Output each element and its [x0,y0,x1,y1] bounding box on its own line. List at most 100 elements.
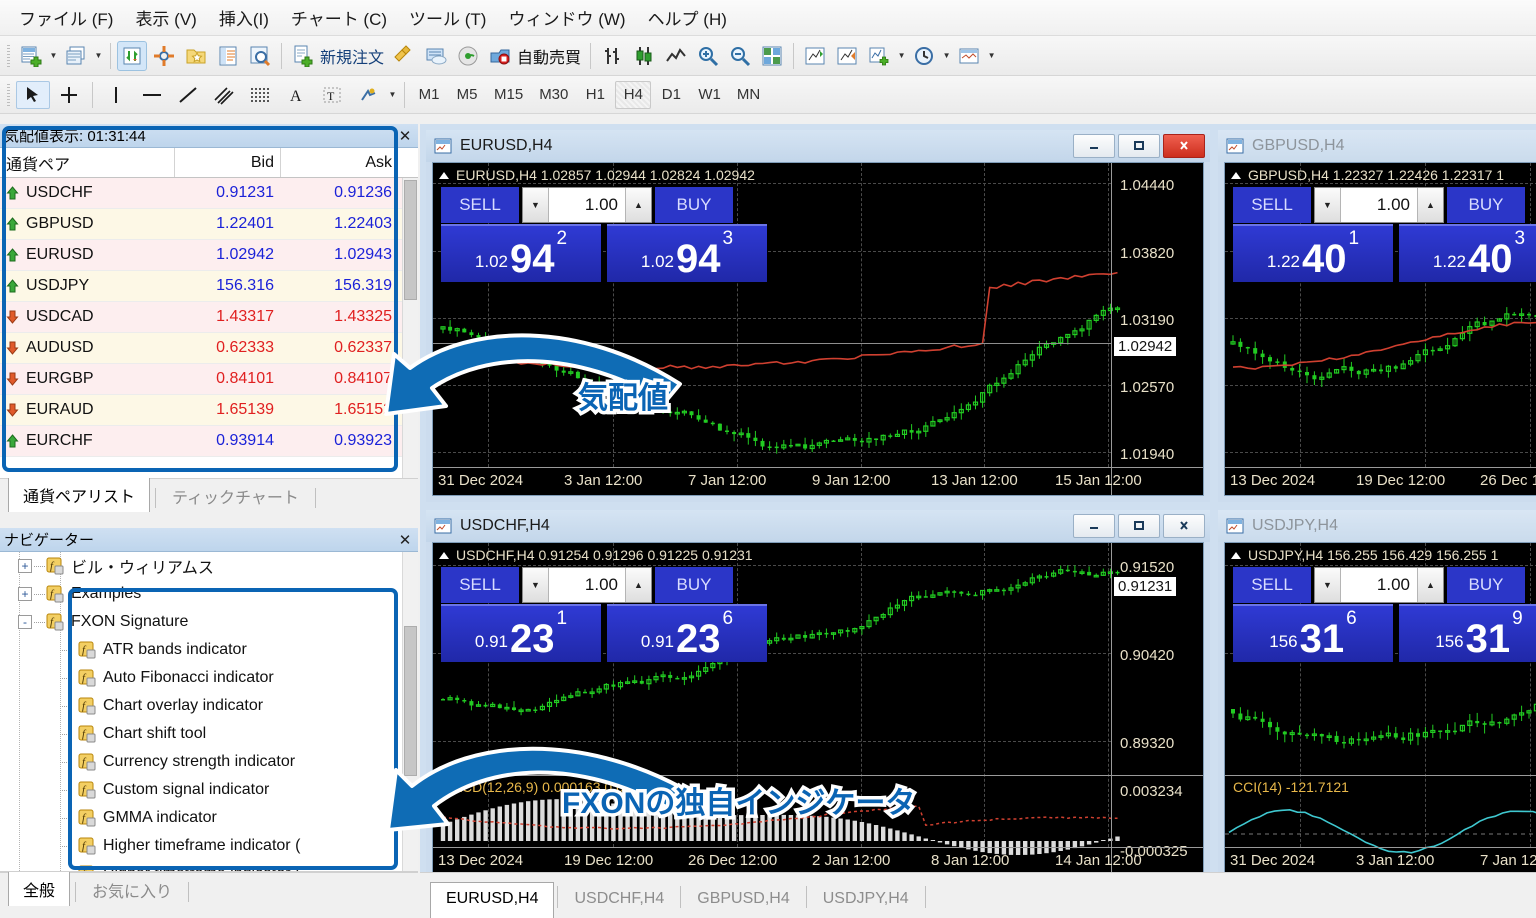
volume-input-usdjpy[interactable]: ▼ 1.00 ▲ [1314,567,1444,603]
market-watch-row[interactable]: AUDUSD 0.62333 0.62337 [0,333,418,364]
buy-price-eurusd[interactable]: 1.02 94 3 [607,224,767,282]
new-chart-icon[interactable] [16,41,46,71]
collapse-icon[interactable] [1231,171,1241,179]
market-watch-scroll-thumb[interactable] [404,180,417,300]
new-order-label[interactable]: 新規注文 [319,44,388,68]
one-click-trade-panel-usdjpy[interactable]: SELL ▼ 1.00 ▲ BUY 156 31 6 156 31 9 [1233,567,1536,662]
trendline-icon[interactable] [171,81,205,109]
chart-titlebar-gbpusd[interactable]: GBPUSD,H4 [1218,130,1536,162]
volume-down-icon[interactable]: ▼ [523,568,549,602]
text-label-icon[interactable]: T [315,81,349,109]
menu-file[interactable]: ファイル (F) [8,1,124,34]
navigator-tab-1[interactable]: 全般 [8,871,71,906]
market-watch-close-icon[interactable]: ✕ [396,127,414,145]
buy-price-usdchf[interactable]: 0.91 23 6 [607,604,767,662]
menu-help[interactable]: ヘルプ (H) [637,1,738,34]
timeframe-w1[interactable]: W1 [691,81,728,109]
time-axis-gbpusd[interactable]: 13 Dec 2024 19 Dec 12:00 26 Dec 1 [1225,467,1536,495]
zoom-out-icon[interactable] [725,41,755,71]
crosshair-tool-icon[interactable] [52,81,86,109]
navigator-item[interactable]: f ATR bands indicator [0,636,418,664]
sell-price-usdjpy[interactable]: 156 31 6 [1233,604,1393,662]
one-click-trade-panel-gbpusd[interactable]: SELL ▼ 1.00 ▲ BUY 1.22 40 1 1.22 40 3 [1233,187,1536,282]
chart-canvas-eurusd[interactable]: EURUSD,H4 1.02857 1.02944 1.02824 1.0294… [432,162,1204,496]
market-watch-row[interactable]: USDCAD 1.43317 1.43325 [0,302,418,333]
navigator-item[interactable]: f Currency strength indicator [0,748,418,776]
navigator-close-icon[interactable]: ✕ [396,531,414,549]
navigator-item[interactable]: f GMMA indicator [0,804,418,832]
channel-icon[interactable] [207,81,241,109]
tile-windows-icon[interactable] [757,41,787,71]
buy-button-eurusd[interactable]: BUY [655,187,733,223]
tree-expander-icon[interactable]: + [18,559,32,573]
sell-button-usdchf[interactable]: SELL [441,567,519,603]
volume-value-gbpusd[interactable]: 1.00 [1341,188,1417,222]
navigator-scroll-thumb[interactable] [404,626,417,776]
sell-price-usdchf[interactable]: 0.91 23 1 [441,604,601,662]
timeframe-h4[interactable]: H4 [615,80,652,109]
navigator-item[interactable]: f Chart shift tool [0,720,418,748]
navigator-item[interactable]: f Custom signal indicator [0,776,418,804]
navigator-tab-2[interactable]: お気に入り [81,874,183,906]
horizontal-line-icon[interactable] [135,81,169,109]
chart-titlebar-eurusd[interactable]: EURUSD,H4 [426,130,1210,162]
sell-button-eurusd[interactable]: SELL [441,187,519,223]
maximize-button-eurusd[interactable] [1118,134,1160,158]
timeframe-m1[interactable]: M1 [411,81,447,109]
minimize-button-usdchf[interactable] [1073,514,1115,538]
tree-expander-icon[interactable]: - [18,615,32,629]
profiles-dropdown-icon[interactable]: ▼ [92,41,105,71]
period-dropdown-icon[interactable]: ▼ [940,41,953,71]
timeframe-m30[interactable]: M30 [532,81,575,109]
buy-button-gbpusd[interactable]: BUY [1447,187,1525,223]
market-watch-row[interactable]: EURCHF 0.93914 0.93923 [0,426,418,457]
auto-scroll-icon[interactable] [832,41,862,71]
fibonacci-icon[interactable] [243,81,277,109]
autotrading-label[interactable]: 自動売買 [516,44,585,68]
column-header-symbol[interactable]: 通貨ペア [0,148,174,177]
vertical-line-icon[interactable] [99,81,133,109]
market-watch-icon[interactable] [117,40,147,71]
navigator-item[interactable]: f Auto Fibonacci indicator [0,664,418,692]
one-click-trade-panel-eurusd[interactable]: SELL ▼ 1.00 ▲ BUY 1.02 94 2 1.02 94 3 [441,187,767,282]
chart-titlebar-usdjpy[interactable]: USDJPY,H4 [1218,510,1536,542]
volume-up-icon[interactable]: ▲ [625,568,651,602]
chart-window-usdchf[interactable]: USDCHF,H4 USDCHF,H4 0.91254 0.91296 0.91… [426,510,1210,882]
candlestick-chart-icon[interactable] [629,41,659,71]
volume-value-eurusd[interactable]: 1.00 [549,188,625,222]
navigator-item[interactable]: + f ビル・ウィリアムス [0,552,418,580]
volume-value-usdjpy[interactable]: 1.00 [1341,568,1417,602]
text-icon[interactable]: A [279,81,313,109]
chart-tab-2[interactable]: USDCHF,H4 [561,884,677,918]
volume-input-usdchf[interactable]: ▼ 1.00 ▲ [522,567,652,603]
time-axis-usdjpy[interactable]: 31 Dec 2024 3 Jan 12:00 7 Jan 12 [1225,847,1536,875]
chart-canvas-usdjpy[interactable]: USDJPY,H4 156.255 156.429 156.255 1 CCI(… [1224,542,1536,876]
timeframe-m15[interactable]: M15 [487,81,530,109]
close-button-usdchf[interactable] [1163,514,1205,538]
sell-button-usdjpy[interactable]: SELL [1233,567,1311,603]
sell-price-eurusd[interactable]: 1.02 94 2 [441,224,601,282]
menu-window[interactable]: ウィンドウ (W) [497,1,636,34]
arrows-icon[interactable] [351,81,385,109]
market-watch-row[interactable]: EURUSD 1.02942 1.02943 [0,240,418,271]
navigator-scrollbar[interactable] [402,552,418,871]
menu-tools[interactable]: ツール (T) [398,1,497,34]
strategy-tester-icon[interactable] [245,41,275,71]
collapse-icon[interactable] [1231,551,1241,559]
toolbar-grip[interactable] [5,42,12,69]
chart-canvas-gbpusd[interactable]: GBPUSD,H4 1.22327 1.22426 1.22317 1 SELL… [1224,162,1536,496]
line-studies-grip[interactable] [5,81,12,108]
zoom-in-icon[interactable] [693,41,723,71]
time-axis-usdchf[interactable]: 13 Dec 2024 19 Dec 12:00 26 Dec 12:00 2 … [433,847,1203,875]
cursor-icon[interactable] [16,80,50,109]
buy-price-usdjpy[interactable]: 156 31 9 [1399,604,1536,662]
chart-tab-1[interactable]: EURUSD,H4 [430,882,555,918]
price-axis-eurusd[interactable]: 1.04440 1.03820 1.03190 1.02570 1.01940 … [1111,163,1203,495]
buy-price-gbpusd[interactable]: 1.22 40 3 [1399,224,1536,282]
volume-up-icon[interactable]: ▲ [1417,188,1443,222]
favorites-folder-icon[interactable] [181,41,211,71]
new-order-icon[interactable] [288,41,318,71]
timeframe-mn[interactable]: MN [730,81,767,109]
minimize-button-eurusd[interactable] [1073,134,1115,158]
navigator-item[interactable]: f Higher timeframe indicator ( [0,832,418,860]
